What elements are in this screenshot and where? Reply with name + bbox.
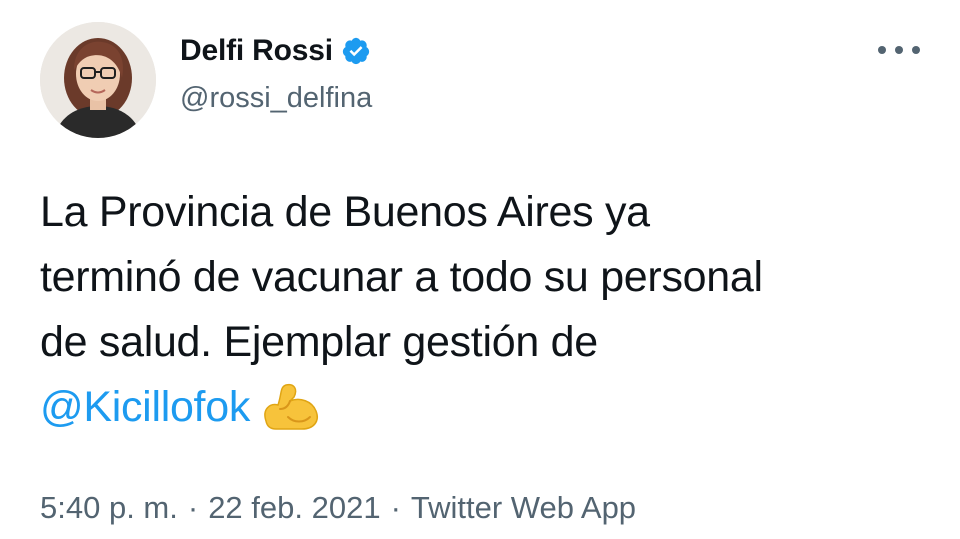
- author-name-row: Delfi Rossi: [180, 34, 371, 68]
- tweet-card: Delfi Rossi @rossi_delfina La Provincia …: [0, 0, 960, 539]
- author-display-name[interactable]: Delfi Rossi: [180, 34, 333, 68]
- more-options-icon[interactable]: [878, 36, 920, 64]
- tweet-date[interactable]: 22 feb. 2021: [208, 490, 380, 525]
- more-dot: [895, 46, 903, 54]
- tweet-text-line-mention: @Kicillofok: [40, 375, 930, 440]
- tweet-text-line: terminó de vacunar a todo su personal: [40, 253, 763, 301]
- tweet-source[interactable]: Twitter Web App: [411, 490, 636, 525]
- avatar[interactable]: [40, 22, 156, 138]
- meta-separator: ·: [390, 490, 401, 525]
- author-handle[interactable]: @rossi_delfina: [180, 82, 372, 115]
- more-dot: [912, 46, 920, 54]
- verified-badge-icon: [341, 36, 371, 66]
- tweet-text-line: La Provincia de Buenos Aires ya: [40, 188, 650, 236]
- flexed-biceps-icon: [260, 379, 322, 435]
- more-dot: [878, 46, 886, 54]
- tweet-text-line: de salud. Ejemplar gestión de: [40, 318, 598, 366]
- tweet-timestamp[interactable]: 5:40 p. m.: [40, 490, 178, 525]
- tweet-text: La Provincia de Buenos Aires ya terminó …: [40, 180, 930, 440]
- profile-photo-icon: [40, 22, 156, 138]
- mention-link[interactable]: @Kicillofok: [40, 383, 250, 431]
- tweet-meta: 5:40 p. m. · 22 feb. 2021 · Twitter Web App: [40, 490, 636, 526]
- meta-separator: ·: [187, 490, 199, 525]
